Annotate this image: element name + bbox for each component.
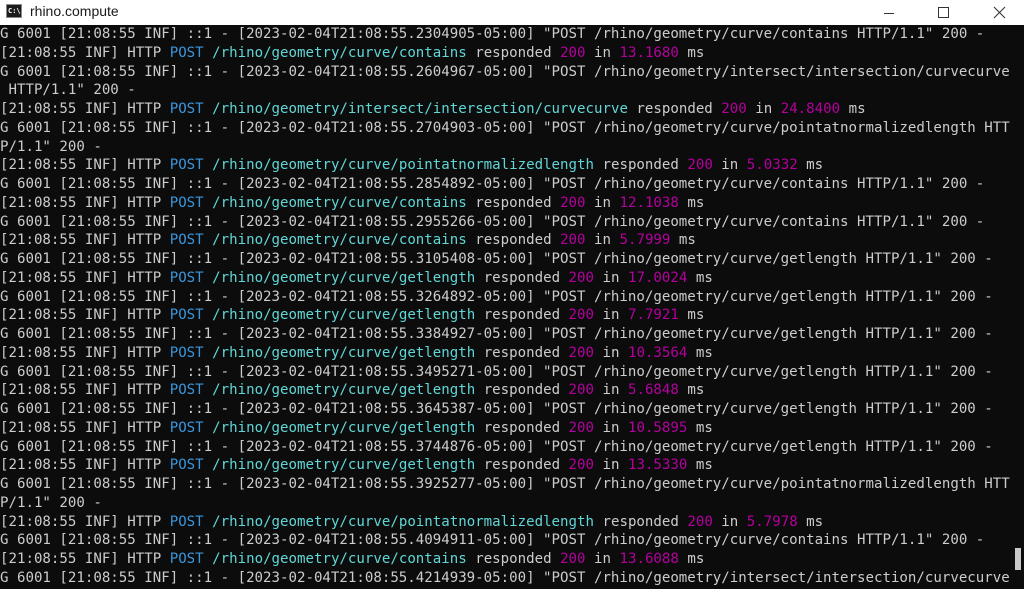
console-line: P/1.1" 200 - xyxy=(0,494,102,511)
console-line: [21:08:55 INF] HTTP POST /rhino/geometry… xyxy=(0,232,696,249)
minimize-button[interactable] xyxy=(866,0,912,25)
minimize-icon xyxy=(884,13,894,14)
console-line: G 6001 [21:08:55 INF] ::1 - [2023-02-04T… xyxy=(0,176,985,192)
console-line: [21:08:55 INF] HTTP POST /rhino/geometry… xyxy=(0,457,713,474)
console-line: [21:08:55 INF] HTTP POST /rhino/geometry… xyxy=(0,382,705,399)
scrollbar-thumb[interactable] xyxy=(1015,548,1021,570)
console-line: [21:08:55 INF] HTTP POST /rhino/geometry… xyxy=(0,101,866,117)
console-line: [21:08:55 INF] HTTP POST /rhino/geometry… xyxy=(0,419,713,436)
console-line: G 6001 [21:08:55 INF] ::1 - [2023-02-04T… xyxy=(0,532,985,549)
console-line: HTTP/1.1" 200 - xyxy=(0,82,136,99)
console-line: G 6001 [21:08:55 INF] ::1 - [2023-02-04T… xyxy=(0,401,993,417)
title-bar[interactable]: C:\ rhino.compute xyxy=(0,0,1024,25)
console-line: G 6001 [21:08:55 INF] ::1 - [2023-02-04T… xyxy=(0,326,993,342)
console-line: [21:08:55 INF] HTTP POST /rhino/geometry… xyxy=(0,157,824,174)
console-line: [21:08:55 INF] HTTP POST /rhino/geometry… xyxy=(0,194,705,211)
console-line: [21:08:55 INF] HTTP POST /rhino/geometry… xyxy=(0,307,705,324)
close-button[interactable] xyxy=(976,0,1022,25)
close-icon xyxy=(993,6,1006,19)
console-app-icon[interactable]: C:\ xyxy=(6,4,22,18)
console-line: G 6001 [21:08:55 INF] ::1 - [2023-02-04T… xyxy=(0,288,993,305)
vertical-scrollbar[interactable] xyxy=(1012,25,1024,589)
console-line: G 6001 [21:08:55 INF] ::1 - [2023-02-04T… xyxy=(0,569,1010,586)
console-line: G 6001 [21:08:55 INF] ::1 - [2023-02-04T… xyxy=(0,363,993,380)
console-line: [21:08:55 INF] HTTP POST /rhino/geometry… xyxy=(0,269,713,286)
window-title: rhino.compute xyxy=(30,3,119,19)
console-line: G 6001 [21:08:55 INF] ::1 - [2023-02-04T… xyxy=(0,119,1010,136)
console-line: [21:08:55 INF] HTTP POST /rhino/geometry… xyxy=(0,44,705,61)
console-output[interactable]: G 6001 [21:08:55 INF] ::1 - [2023-02-04T… xyxy=(0,25,1012,589)
maximize-icon xyxy=(938,7,949,18)
console-line: [21:08:55 INF] HTTP POST /rhino/geometry… xyxy=(0,344,713,361)
console-line: [21:08:55 INF] HTTP POST /rhino/geometry… xyxy=(0,513,824,530)
maximize-button[interactable] xyxy=(920,0,966,25)
console-line: G 6001 [21:08:55 INF] ::1 - [2023-02-04T… xyxy=(0,213,985,230)
console-line: G 6001 [21:08:55 INF] ::1 - [2023-02-04T… xyxy=(0,26,985,42)
console-line: G 6001 [21:08:55 INF] ::1 - [2023-02-04T… xyxy=(0,251,993,267)
console-line: G 6001 [21:08:55 INF] ::1 - [2023-02-04T… xyxy=(0,476,1010,492)
console-line: [21:08:55 INF] HTTP POST /rhino/geometry… xyxy=(0,551,705,567)
console-line: P/1.1" 200 - xyxy=(0,138,102,155)
console-line: G 6001 [21:08:55 INF] ::1 - [2023-02-04T… xyxy=(0,63,1010,80)
console-line: G 6001 [21:08:55 INF] ::1 - [2023-02-04T… xyxy=(0,438,993,455)
